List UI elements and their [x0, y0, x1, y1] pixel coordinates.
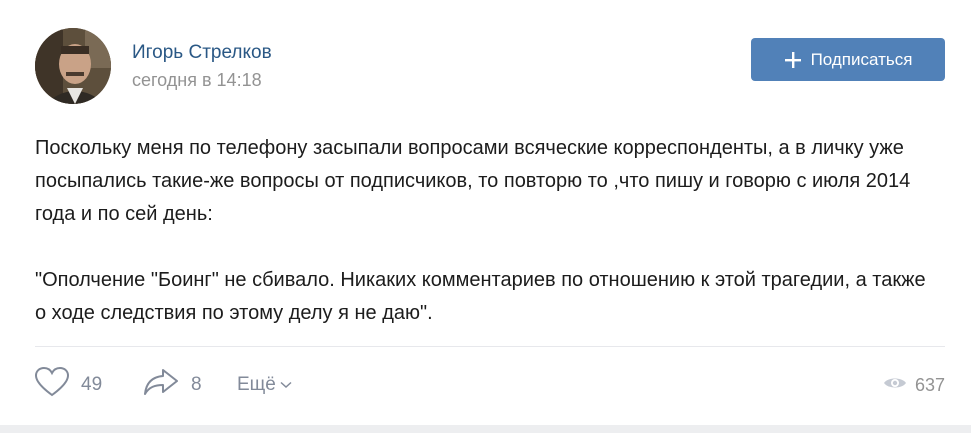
- post-header: Игорь Стрелков сегодня в 14:18 Подписать…: [35, 28, 945, 106]
- post-paragraph: "Ополчение "Боинг" не сбивало. Никаких к…: [35, 269, 926, 324]
- chevron-down-icon: [280, 381, 292, 389]
- like-button[interactable]: 49: [34, 365, 103, 405]
- divider: [35, 346, 945, 347]
- share-button[interactable]: 8: [143, 365, 202, 405]
- avatar-image: [35, 28, 111, 104]
- share-arrow-icon: [143, 368, 179, 402]
- author-name-link[interactable]: Игорь Стрелков: [132, 42, 272, 64]
- more-menu-button[interactable]: Ещё: [237, 365, 292, 405]
- post-bottom-border: [0, 425, 971, 433]
- wall-post: Игорь Стрелков сегодня в 14:18 Подписать…: [0, 0, 971, 433]
- views-count: 637: [914, 374, 945, 395]
- avatar[interactable]: [35, 28, 111, 104]
- like-count: 49: [81, 374, 103, 395]
- post-timestamp[interactable]: сегодня в 14:18: [132, 70, 262, 91]
- eye-icon: [883, 375, 907, 396]
- post-actions: 49 8 Ещё 637: [34, 365, 945, 405]
- subscribe-label: Подписаться: [810, 49, 913, 69]
- more-label: Ещё: [237, 374, 276, 395]
- plus-icon: [784, 51, 802, 69]
- views-counter: 637: [883, 365, 945, 405]
- post-text: Поскольку меня по телефону засыпали вопр…: [35, 132, 935, 330]
- share-count: 8: [191, 374, 202, 395]
- post-paragraph: Поскольку меня по телефону засыпали вопр…: [35, 137, 911, 225]
- heart-icon: [34, 366, 70, 403]
- subscribe-button[interactable]: Подписаться: [751, 38, 945, 81]
